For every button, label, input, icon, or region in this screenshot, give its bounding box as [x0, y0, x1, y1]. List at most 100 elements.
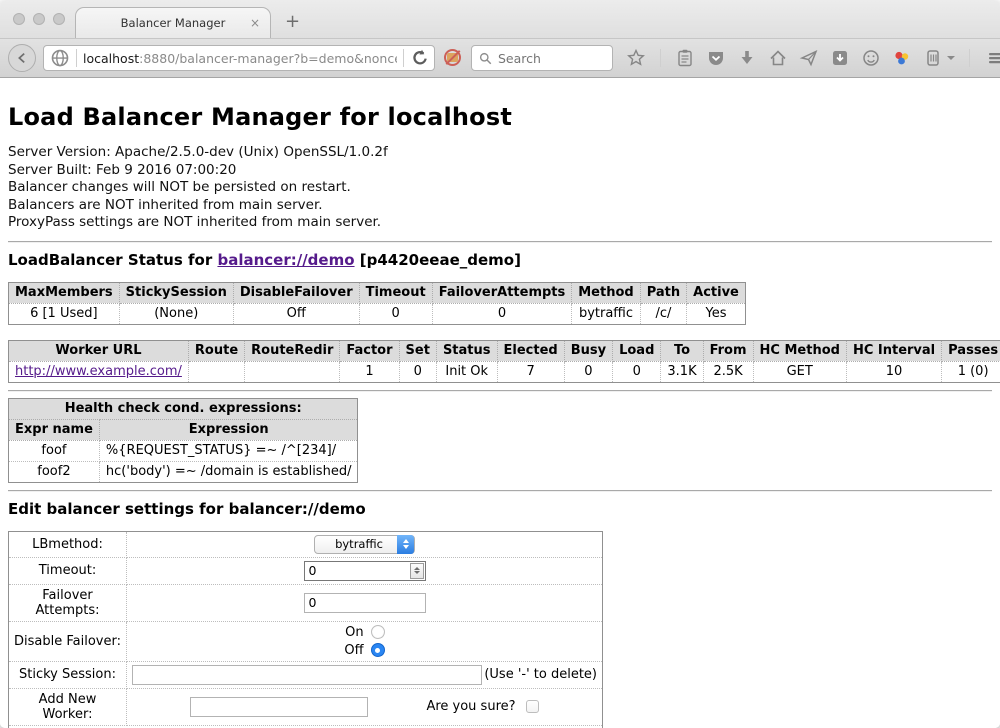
header-cell: Status [436, 340, 497, 361]
expression-cell: %{REQUEST_STATUS} =~ /^[234]/ [99, 440, 358, 461]
globe-icon [50, 48, 70, 68]
server-version-line: Server Version: Apache/2.5.0-dev (Unix) … [8, 144, 992, 162]
tab-close-icon[interactable]: × [250, 17, 260, 29]
pocket-button[interactable] [706, 48, 726, 68]
timeout-input[interactable] [304, 561, 426, 581]
form-row-disable-failover: Disable Failover: On Off [9, 621, 603, 661]
window-minimize-button[interactable] [33, 13, 45, 25]
header-cell: Expression [99, 419, 358, 440]
lbmethod-select[interactable]: bytraffic [314, 535, 415, 554]
header-cell: Active [687, 282, 746, 303]
send-button[interactable] [799, 48, 819, 68]
new-tab-button[interactable]: + [285, 11, 300, 32]
server-built-line: Server Built: Feb 9 2016 07:00:20 [8, 162, 992, 180]
health-table-title: Health check cond. expressions: [9, 398, 358, 419]
table-header-row: Expr name Expression [9, 419, 358, 440]
add-worker-label: Add New Worker: [9, 688, 127, 725]
table-cell: Yes [687, 303, 746, 324]
number-spinner-icon[interactable] [410, 563, 424, 579]
failover-attempts-input[interactable] [304, 593, 426, 613]
balancer-settings-form: LBmethod: bytraffic Timeout: [8, 531, 603, 728]
window-controls [13, 13, 65, 25]
window-close-button[interactable] [13, 13, 25, 25]
back-button[interactable] [8, 44, 36, 72]
sticky-session-input[interactable] [132, 665, 482, 685]
header-cell: DisableFailover [233, 282, 359, 303]
bookmark-star-button[interactable] [626, 48, 646, 68]
header-cell: From [703, 340, 753, 361]
table-cell: (None) [119, 303, 233, 324]
url-input[interactable]: localhost:8880/balancer-manager?b=demo&n… [83, 51, 397, 66]
table-cell: 0 [564, 361, 612, 382]
header-cell: Path [640, 282, 686, 303]
worker-table: Worker URL Route RouteRedir Factor Set S… [8, 340, 1000, 383]
disable-failover-on-radio[interactable] [371, 625, 385, 639]
toolbar-divider [660, 49, 661, 67]
blocked-content-button[interactable] [442, 47, 464, 69]
urlbar-divider2 [403, 49, 404, 67]
table-cell: 2.5K [703, 361, 753, 382]
disable-failover-label: Disable Failover: [9, 621, 127, 661]
table-cell: 7 [497, 361, 564, 382]
table-cell: bytraffic [572, 303, 640, 324]
chat-smiley-button[interactable] [861, 48, 881, 68]
window-zoom-button[interactable] [53, 13, 65, 25]
expr-name-cell: foof [9, 440, 100, 461]
clipboard-button[interactable] [675, 48, 695, 68]
panel-download-button[interactable] [830, 48, 850, 68]
page-title: Load Balancer Manager for localhost [8, 103, 992, 131]
header-cell: Passes [942, 340, 1000, 361]
url-path: :8880/balancer-manager?b=demo&nonce=decc… [139, 51, 397, 66]
menu-button[interactable] [984, 48, 1000, 68]
home-button[interactable] [768, 48, 788, 68]
radio-on-label: On [344, 625, 363, 640]
proxypass-note-line: ProxyPass settings are NOT inherited fro… [8, 214, 992, 232]
lbmethod-selected-value: bytraffic [329, 537, 389, 551]
timeout-label: Timeout: [9, 557, 127, 584]
balancer-demo-link[interactable]: balancer://demo [217, 251, 354, 269]
search-input[interactable] [498, 51, 598, 66]
table-cell: 1 [340, 361, 399, 382]
header-cell: StickySession [119, 282, 233, 303]
header-cell: Busy [564, 340, 612, 361]
header-cell: FailoverAttempts [432, 282, 572, 303]
download-button[interactable] [737, 48, 757, 68]
table-cell [245, 361, 340, 382]
header-cell: Route [188, 340, 244, 361]
expression-cell: hc('body') =~ /domain is established/ [99, 461, 358, 482]
table-cell: Off [233, 303, 359, 324]
header-cell: Timeout [359, 282, 432, 303]
header-cell: To [661, 340, 703, 361]
reload-button[interactable] [410, 48, 430, 68]
add-worker-input[interactable] [190, 697, 368, 717]
header-cell: HC Interval [846, 340, 941, 361]
header-cell: Expr name [9, 419, 100, 440]
disable-failover-off-radio[interactable] [371, 643, 385, 657]
url-bar[interactable]: localhost:8880/balancer-manager?b=demo&n… [43, 45, 435, 71]
table-header-row: Worker URL Route RouteRedir Factor Set S… [9, 340, 1000, 361]
worker-url-cell: http://www.example.com/ [9, 361, 189, 382]
worker-url-link[interactable]: http://www.example.com/ [15, 364, 182, 379]
table-cell: 0 [613, 361, 661, 382]
header-cell: RouteRedir [245, 340, 340, 361]
table-cell: 1 (0) [942, 361, 1000, 382]
sticky-session-hint: (Use '-' to delete) [484, 667, 597, 682]
table-cell: 6 [1 Used] [9, 303, 120, 324]
chevron-down-icon [947, 56, 955, 60]
persist-note-line: Balancer changes will NOT be persisted o… [8, 179, 992, 197]
colors-button[interactable] [892, 48, 912, 68]
url-domain: localhost [83, 51, 139, 66]
form-row-failover: Failover Attempts: [9, 584, 603, 621]
tab-balancer-manager[interactable]: Balancer Manager × [75, 7, 271, 38]
search-bar[interactable] [471, 45, 613, 71]
toolbar-icons [626, 48, 1000, 68]
header-cell: Worker URL [9, 340, 189, 361]
header-cell: MaxMembers [9, 282, 120, 303]
table-cell: GET [753, 361, 846, 382]
are-you-sure-label: Are you sure? [426, 699, 515, 714]
table-cell: 3.1K [661, 361, 703, 382]
balancer-status-table: MaxMembers StickySession DisableFailover… [8, 282, 746, 325]
are-you-sure-checkbox[interactable] [526, 700, 539, 713]
container-button[interactable] [923, 48, 955, 68]
table-cell: 0 [359, 303, 432, 324]
